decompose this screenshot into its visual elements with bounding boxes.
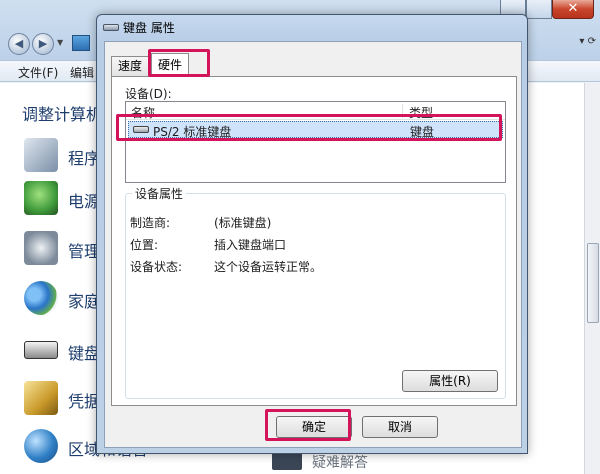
properties-button[interactable]: 属性(R) <box>402 370 498 392</box>
property-key: 制造商: <box>130 216 171 230</box>
property-value: (标准键盘) <box>214 216 272 230</box>
dialog-title: 键盘 属性 <box>123 21 175 35</box>
close-button[interactable]: ✕ <box>552 0 594 19</box>
list-header: 名称 类型 <box>126 102 505 120</box>
property-key: 设备状态: <box>130 260 183 274</box>
devices-label: 设备(D): <box>125 87 172 101</box>
forward-arrow-icon[interactable]: ▶ <box>32 33 54 55</box>
property-value: 这个设备运转正常。 <box>214 260 323 274</box>
back-arrow-icon[interactable]: ◀ <box>8 33 30 55</box>
keyboard-properties-dialog: 键盘 属性 速度 硬件 设备(D): 名称 类型 PS/2 标准键盘 键盘 设备… <box>96 14 528 454</box>
property-value: 插入键盘端口 <box>214 238 287 252</box>
keyboard-icon <box>133 126 149 133</box>
scrollbar-thumb[interactable] <box>587 243 599 323</box>
control-panel-icon <box>72 35 90 51</box>
hardware-tab-panel: 设备(D): 名称 类型 PS/2 标准键盘 键盘 设备属性 制造商: (标准键… <box>111 76 517 406</box>
maximize-button[interactable] <box>526 0 552 19</box>
device-type: 键盘 <box>410 125 435 139</box>
homegroup-icon <box>24 281 58 315</box>
page-title: 调整计算机 <box>22 105 103 124</box>
column-header-type[interactable]: 类型 <box>409 104 433 121</box>
property-key: 位置: <box>130 238 159 252</box>
recent-pages-dropdown-icon[interactable]: ▼ <box>57 38 63 47</box>
device-properties-group: 设备属性 制造商: (标准键盘) 位置: 插入键盘端口 设备状态: 这个设备运转… <box>125 185 506 399</box>
region-globe-icon <box>24 429 58 463</box>
cancel-button[interactable]: 取消 <box>362 416 438 438</box>
device-name: PS/2 标准键盘 <box>153 125 232 139</box>
menu-edit[interactable]: 编辑 <box>70 64 94 81</box>
power-icon <box>24 181 58 215</box>
keyboard-icon <box>24 341 58 359</box>
menu-file[interactable]: 文件(F) <box>18 64 58 81</box>
device-list[interactable]: 名称 类型 PS/2 标准键盘 键盘 <box>125 101 506 183</box>
ok-button[interactable]: 确定 <box>276 416 352 438</box>
column-divider[interactable] <box>402 104 403 118</box>
credential-icon <box>24 381 58 415</box>
dialog-body: 速度 硬件 设备(D): 名称 类型 PS/2 标准键盘 键盘 设备属性 制造商… <box>104 41 522 448</box>
tab-hardware[interactable]: 硬件 <box>151 53 190 77</box>
device-properties-legend: 设备属性 <box>132 185 187 202</box>
admin-tools-icon <box>24 231 58 265</box>
vertical-scrollbar[interactable] <box>584 83 600 474</box>
tab-speed[interactable]: 速度 <box>111 56 150 76</box>
troubleshoot-link[interactable]: 疑难解答 <box>312 452 368 472</box>
programs-icon <box>24 138 58 172</box>
device-row-ps2-keyboard[interactable]: PS/2 标准键盘 键盘 <box>128 121 503 139</box>
refresh-dropdown-icon[interactable]: ▾ ⟳ <box>579 36 596 47</box>
column-header-name[interactable]: 名称 <box>131 104 155 121</box>
keyboard-icon <box>103 24 119 31</box>
